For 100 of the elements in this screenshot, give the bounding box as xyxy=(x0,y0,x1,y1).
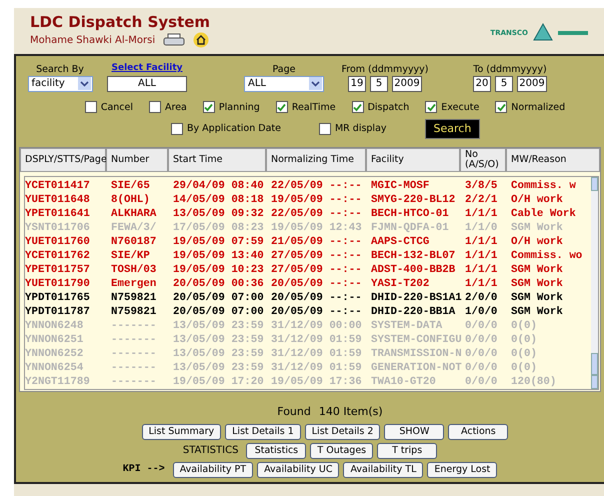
day-field[interactable]: 20 xyxy=(473,76,491,92)
checkbox[interactable] xyxy=(149,101,162,113)
day-field[interactable]: 19 xyxy=(348,76,366,92)
checkbox[interactable] xyxy=(276,101,288,113)
column-header[interactable]: No (A/S/O) xyxy=(460,148,506,172)
table-cell-text: 13/05/09 23:59 xyxy=(173,333,265,347)
checkbox-label: Dispatch xyxy=(368,100,410,114)
checkbox[interactable] xyxy=(352,101,364,113)
month-field[interactable]: 5 xyxy=(495,76,513,92)
table-cell-text: O/H work xyxy=(511,193,564,207)
table-cell-text: N759821 xyxy=(111,305,158,319)
field-label: Search By xyxy=(36,62,84,76)
action-button[interactable]: Availability UC xyxy=(257,462,340,478)
table-cell-text: 1/0/0 xyxy=(465,305,498,319)
action-button[interactable]: T Outages xyxy=(310,442,374,458)
column-header[interactable]: Normalizing Time xyxy=(266,148,366,172)
table-cell-text: 0/0/0 xyxy=(465,361,498,375)
table-cell-text: YPET011757 xyxy=(25,263,91,277)
table-cell-text: 0/0/0 xyxy=(465,333,498,347)
column-header[interactable]: MW/Reason xyxy=(506,148,600,172)
table-cell-text: 22/05/09 --:-- xyxy=(271,207,363,221)
table-cell-text: 1/1/1 xyxy=(465,235,498,249)
table-cell-text: 1/1/1 xyxy=(465,277,498,291)
scrollbar[interactable] xyxy=(591,177,598,389)
facility-field[interactable]: ALL xyxy=(107,76,187,92)
action-button[interactable]: Availability TL xyxy=(343,462,424,478)
table-cell-text: 8(OHL) xyxy=(111,193,151,207)
action-button[interactable]: T trips xyxy=(377,442,438,458)
search-button[interactable]: Search xyxy=(424,118,480,139)
checkbox[interactable] xyxy=(171,122,183,135)
home-icon[interactable] xyxy=(193,32,210,48)
table-cell-text: 13/05/09 23:59 xyxy=(173,347,265,361)
table-cell-text: TRANSMISSION-N xyxy=(371,347,463,361)
table-cell-text: 20/05/09 --:-- xyxy=(271,277,363,291)
table-cell-text: SIE/KP xyxy=(111,249,151,263)
found-label: Found xyxy=(277,404,311,420)
found-count: 140 Item(s) xyxy=(318,404,383,420)
table-cell-text: 31/12/09 00:00 xyxy=(271,319,363,333)
table-cell-text: 19/05/09 17:36 xyxy=(271,375,363,389)
table-cell-text: 31/12/09 01:59 xyxy=(271,347,363,361)
checkbox[interactable] xyxy=(318,122,331,135)
table-cell-text: ------- xyxy=(111,319,158,333)
column-header[interactable]: Facility xyxy=(366,148,460,172)
table-cell-text: Emergen xyxy=(111,277,158,291)
action-button[interactable]: List Details 2 xyxy=(304,424,380,440)
checkbox[interactable] xyxy=(202,101,215,113)
action-button[interactable]: SHOW xyxy=(384,424,444,440)
table-cell-text: SGM Work xyxy=(511,277,564,291)
table-cell-text: BECH-132-BL07 xyxy=(371,249,456,263)
field-label: From (ddmmyyyy) xyxy=(341,62,429,76)
table-cell-text: AAPS-CTCG xyxy=(371,235,430,249)
table-cell-text: YNNON6251 xyxy=(25,333,84,347)
table-cell-text: 14/05/09 08:18 xyxy=(173,193,265,207)
table-cell-text: SYSTEM-DATA xyxy=(371,319,444,333)
table-cell-text: 31/12/09 01:59 xyxy=(271,361,363,375)
table-cell-text: Y2NGT11789 xyxy=(25,375,91,389)
table-cell-text: YNNON6248 xyxy=(25,319,84,333)
search-by-select[interactable]: facility xyxy=(28,76,92,92)
select-facility-link[interactable]: Select Facility xyxy=(112,62,182,76)
table-cell-text: SGM Work xyxy=(511,221,564,235)
table-cell-text: TWA10-GT20 xyxy=(371,375,437,389)
triangle-logo-icon xyxy=(532,23,554,43)
table-cell-text: 3/8/5 xyxy=(465,179,498,193)
table-cell-text: FEWA/3/ xyxy=(111,221,158,235)
table-cell-text: YPET011641 xyxy=(25,207,91,221)
table-cell-text: 0(0) xyxy=(511,347,538,361)
action-button[interactable]: List Details 1 xyxy=(225,424,301,440)
checkbox-label: Cancel xyxy=(100,100,134,114)
action-button[interactable]: Availability PT xyxy=(172,462,254,478)
table-cell-text: ------- xyxy=(111,347,158,361)
year-field[interactable]: 2009 xyxy=(517,76,547,92)
action-button[interactable]: List Summary xyxy=(142,424,222,440)
column-header[interactable]: Start Time xyxy=(168,148,266,172)
month-field[interactable]: 5 xyxy=(370,76,388,92)
checkbox-label: Execute xyxy=(441,100,480,114)
action-button[interactable]: Actions xyxy=(448,424,508,440)
printer-icon[interactable] xyxy=(163,32,186,48)
table-cell-text: SGM Work xyxy=(511,291,564,305)
checkbox[interactable] xyxy=(495,101,508,113)
user-name: Mohame Shawki Al-Morsi xyxy=(30,34,156,48)
action-button[interactable]: Statistics xyxy=(246,442,306,458)
statistics-label: STATISTICS xyxy=(182,444,238,458)
table-cell-text: YUET011648 xyxy=(25,193,91,207)
table-cell-text: 0(0) xyxy=(511,333,538,347)
table-cell-text: 0/0/0 xyxy=(465,375,498,389)
table-cell-text: YNNON6254 xyxy=(25,361,84,375)
page-select[interactable]: ALL xyxy=(244,76,324,92)
table-cell-text: YCET011762 xyxy=(25,249,91,263)
action-button[interactable]: Energy Lost xyxy=(427,462,498,478)
checkbox-label: RealTime xyxy=(292,100,336,114)
column-header[interactable]: Number xyxy=(106,148,168,172)
checkbox-label: Area xyxy=(165,100,187,114)
checkbox-label: MR display xyxy=(334,122,387,136)
checkbox[interactable] xyxy=(84,101,97,113)
checkbox[interactable] xyxy=(425,101,438,113)
column-header[interactable]: DSPLY/STTS/Page xyxy=(20,148,106,172)
table-cell-text: 21/05/09 --:-- xyxy=(271,235,363,249)
table-cell-text: SYSTEM-CONFIGU xyxy=(371,333,463,347)
table-cell-text: N760187 xyxy=(111,235,158,249)
year-field[interactable]: 2009 xyxy=(392,76,422,92)
